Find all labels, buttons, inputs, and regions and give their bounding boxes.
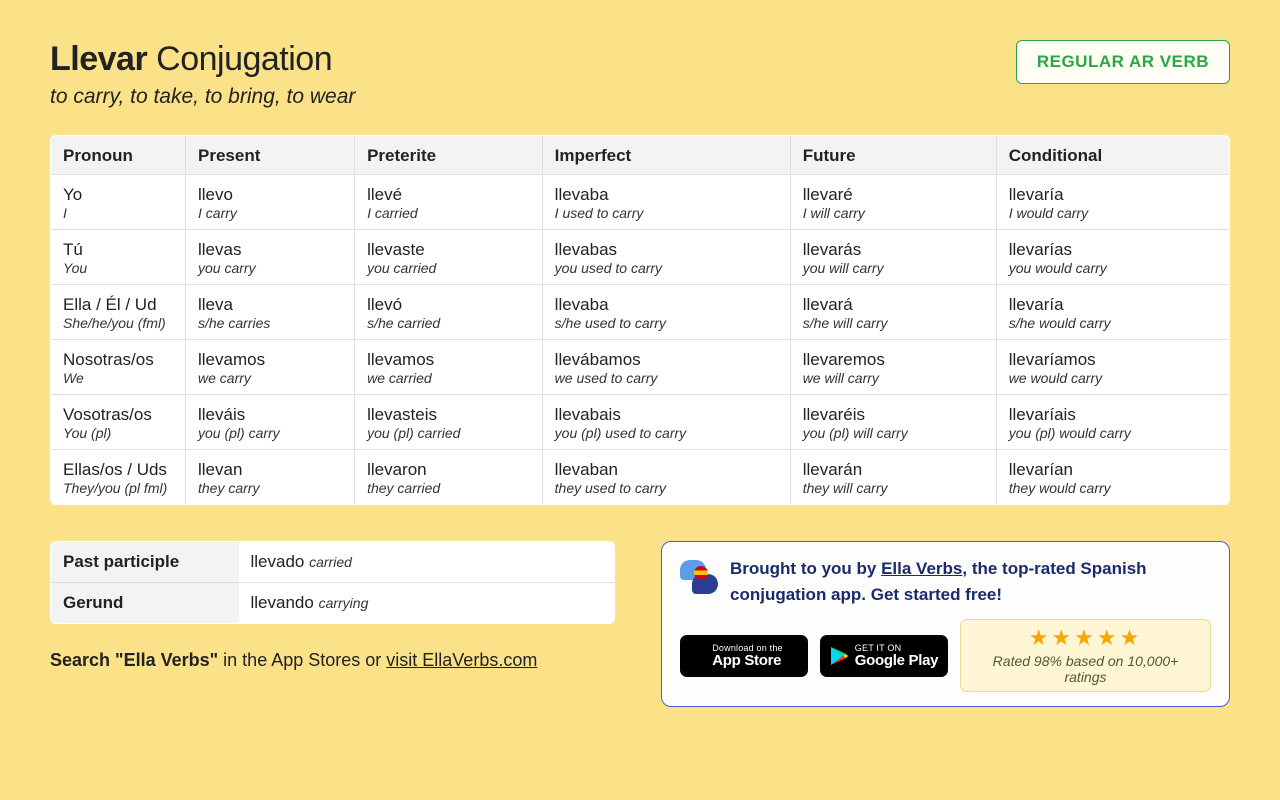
pronoun-cell: Ellas/os / UdsThey/you (pl fml) xyxy=(51,450,186,505)
conjugation-cell: llevaríanthey would carry xyxy=(996,450,1229,505)
conjugation-cell: llevamoswe carry xyxy=(186,340,355,395)
conjugation-cell: llevamoswe carried xyxy=(355,340,543,395)
verb-definition: to carry, to take, to bring, to wear xyxy=(50,85,355,109)
past-participle-gloss: carried xyxy=(309,554,352,570)
conjugation-cell: llevaríamoswe would carry xyxy=(996,340,1229,395)
verb-type-badge: REGULAR AR VERB xyxy=(1016,40,1230,84)
gerund-value: llevando xyxy=(251,593,314,612)
promo-text: Brought to you by Ella Verbs, the top-ra… xyxy=(730,556,1211,607)
pronoun-cell: Nosotras/osWe xyxy=(51,340,186,395)
column-header: Present xyxy=(186,136,355,175)
gerund-gloss: carrying xyxy=(319,595,369,611)
conjugation-cell: llevaremoswe will carry xyxy=(790,340,996,395)
conjugation-cell: llevaronthey carried xyxy=(355,450,543,505)
conjugation-cell: llevarías/he would carry xyxy=(996,285,1229,340)
table-row: Ella / Él / UdShe/he/you (fml)llevas/he … xyxy=(51,285,1230,340)
conjugation-cell: llevabaisyou (pl) used to carry xyxy=(542,395,790,450)
table-row: TúYoullevasyou carryllevasteyou carriedl… xyxy=(51,230,1230,285)
conjugation-cell: llevábamoswe used to carry xyxy=(542,340,790,395)
conjugation-cell: llevabas/he used to carry xyxy=(542,285,790,340)
conjugation-cell: llevabaI used to carry xyxy=(542,175,790,230)
table-row: Nosotras/osWellevamoswe carryllevamoswe … xyxy=(51,340,1230,395)
gerund-label: Gerund xyxy=(51,583,239,624)
conjugation-cell: llevaréI will carry xyxy=(790,175,996,230)
conjugation-cell: llevabanthey used to carry xyxy=(542,450,790,505)
conjugation-table: PronounPresentPreteriteImperfectFutureCo… xyxy=(50,135,1230,505)
conjugation-cell: llevéI carried xyxy=(355,175,543,230)
conjugation-cell: llevasyou carry xyxy=(186,230,355,285)
table-row: Past participle llevado carried xyxy=(51,542,615,583)
promo-box: Brought to you by Ella Verbs, the top-ra… xyxy=(661,541,1230,707)
table-row: YoIllevoI carryllevéI carriedllevabaI us… xyxy=(51,175,1230,230)
conjugation-cell: llevós/he carried xyxy=(355,285,543,340)
conjugation-cell: llevaránthey will carry xyxy=(790,450,996,505)
google-play-button[interactable]: GET IT ONGoogle Play xyxy=(820,635,948,677)
conjugation-cell: llevarásyou will carry xyxy=(790,230,996,285)
conjugation-cell: llevanthey carry xyxy=(186,450,355,505)
conjugation-cell: llevaréisyou (pl) will carry xyxy=(790,395,996,450)
past-participle-label: Past participle xyxy=(51,542,239,583)
conjugation-cell: llevaríaI would carry xyxy=(996,175,1229,230)
pronoun-cell: YoI xyxy=(51,175,186,230)
forms-table: Past participle llevado carried Gerund l… xyxy=(50,541,615,624)
visit-site-link[interactable]: visit EllaVerbs.com xyxy=(386,650,537,670)
ella-verbs-link[interactable]: Ella Verbs xyxy=(881,559,962,578)
conjugation-cell: llevabasyou used to carry xyxy=(542,230,790,285)
rating-box: ★★★★★ Rated 98% based on 10,000+ ratings xyxy=(960,619,1211,692)
column-header: Conditional xyxy=(996,136,1229,175)
conjugation-cell: llevasteyou carried xyxy=(355,230,543,285)
conjugation-cell: llevoI carry xyxy=(186,175,355,230)
column-header: Pronoun xyxy=(51,136,186,175)
conjugation-cell: llevarás/he will carry xyxy=(790,285,996,340)
table-row: Gerund llevando carrying xyxy=(51,583,615,624)
table-row: Ellas/os / UdsThey/you (pl fml)llevanthe… xyxy=(51,450,1230,505)
star-icons: ★★★★★ xyxy=(971,627,1200,649)
column-header: Future xyxy=(790,136,996,175)
rating-text: Rated 98% based on 10,000+ ratings xyxy=(971,653,1200,685)
pronoun-cell: Ella / Él / UdShe/he/you (fml) xyxy=(51,285,186,340)
page-title: Llevar Conjugation xyxy=(50,40,355,79)
pronoun-cell: Vosotras/osYou (pl) xyxy=(51,395,186,450)
table-row: Vosotras/osYou (pl)lleváisyou (pl) carry… xyxy=(51,395,1230,450)
past-participle-value: llevado xyxy=(251,552,305,571)
app-store-button[interactable]: Download on theApp Store xyxy=(680,635,808,677)
search-hint: Search "Ella Verbs" in the App Stores or… xyxy=(50,650,615,671)
pronoun-cell: TúYou xyxy=(51,230,186,285)
column-header: Imperfect xyxy=(542,136,790,175)
conjugation-cell: lleváisyou (pl) carry xyxy=(186,395,355,450)
column-header: Preterite xyxy=(355,136,543,175)
conjugation-cell: llevasteisyou (pl) carried xyxy=(355,395,543,450)
conjugation-cell: llevas/he carries xyxy=(186,285,355,340)
app-icon xyxy=(680,556,718,594)
conjugation-cell: llevaríaisyou (pl) would carry xyxy=(996,395,1229,450)
google-play-icon xyxy=(830,646,848,666)
conjugation-cell: llevaríasyou would carry xyxy=(996,230,1229,285)
